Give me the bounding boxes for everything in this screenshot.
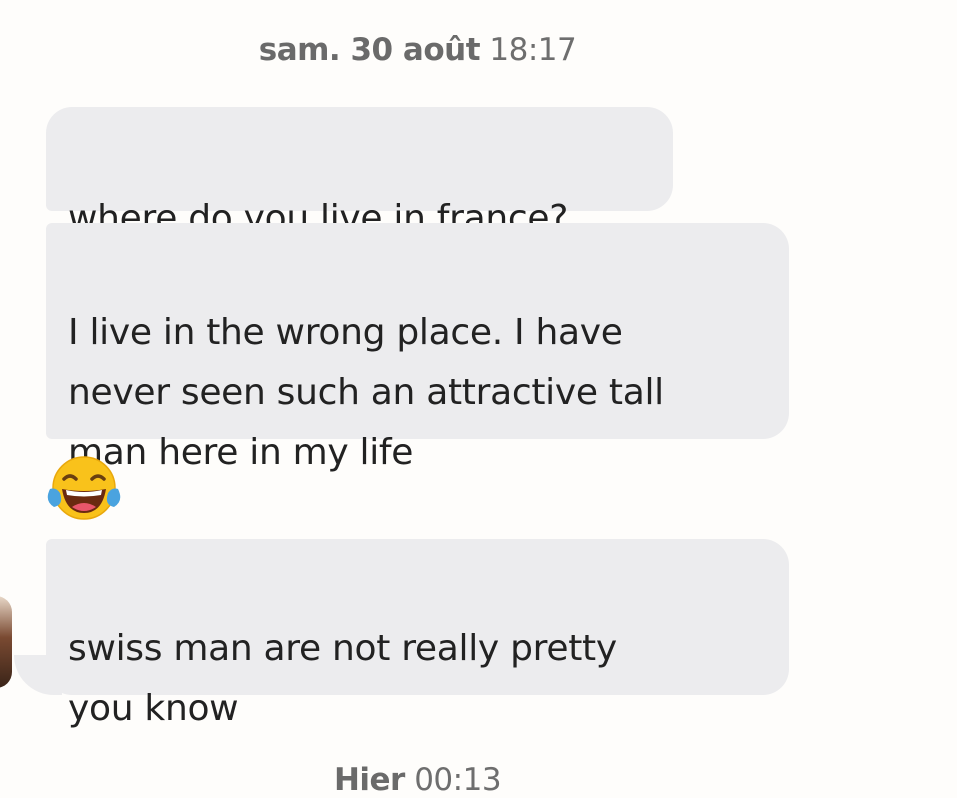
date-separator-time: 18:17 bbox=[489, 32, 577, 68]
date-separator-time: 00:13 bbox=[414, 762, 502, 798]
message-bubble[interactable]: swiss man are not really pretty you know bbox=[46, 539, 789, 729]
avatar[interactable] bbox=[0, 596, 12, 688]
date-separator-day: sam. 30 août bbox=[258, 32, 481, 68]
message-bubble[interactable]: where do you live in france? bbox=[46, 107, 673, 239]
message-bubble[interactable]: I live in the wrong place. I have never … bbox=[46, 223, 789, 473]
message-text: swiss man are not really pretty you know bbox=[68, 628, 617, 729]
message-text: I live in the wrong place. I have never … bbox=[68, 312, 664, 473]
date-separator: Hier 00:13 bbox=[0, 762, 835, 798]
date-separator: sam. 30 août 18:17 bbox=[0, 32, 835, 68]
face-with-tears-of-joy-icon[interactable] bbox=[46, 455, 122, 521]
date-separator-day: Hier bbox=[333, 762, 405, 798]
